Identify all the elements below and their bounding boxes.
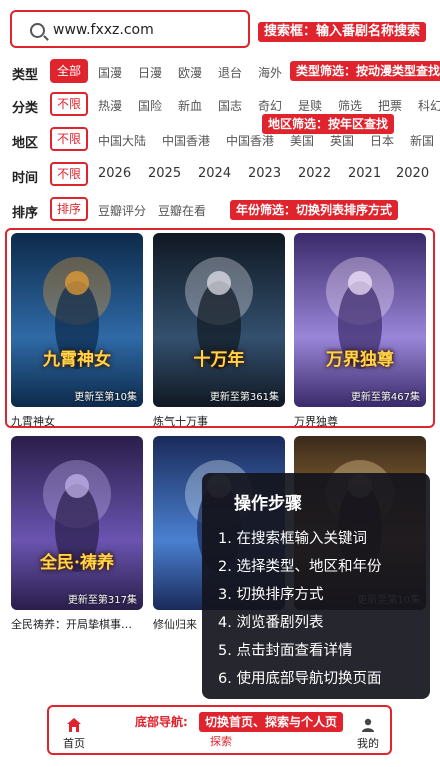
anime-cover[interactable]: 万界独尊更新至第467集	[294, 233, 426, 407]
filter-option[interactable]: 日漫	[138, 64, 162, 81]
episode-badge: 更新至第467集	[350, 392, 420, 403]
filter-label-time: 时间	[12, 171, 39, 186]
filter-option[interactable]: 是赎	[298, 97, 322, 114]
cover-title-text: 全民·祷养	[40, 553, 114, 573]
step-item: 6. 使用底部导航切换页面	[218, 671, 382, 687]
episode-badge: 更新至第10集	[74, 392, 137, 403]
filter-label-region: 地区	[12, 136, 39, 151]
filter-option[interactable]: 奇幻	[258, 97, 282, 114]
filter-label-category: 分类	[12, 101, 39, 116]
anime-title[interactable]: 炼气十万事	[153, 413, 285, 429]
anime-cover[interactable]: 全民·祷养更新至第317集	[11, 436, 143, 610]
filter-option[interactable]: 科幻	[418, 97, 440, 114]
filter-row-time: 时间 不限 2026 2025 2024 2023 2022 2021 2020	[0, 161, 440, 189]
cover-title-text: 万界独尊	[326, 350, 394, 370]
home-icon	[67, 718, 81, 732]
step-item: 3. 切换排序方式	[218, 587, 324, 603]
user-icon	[362, 718, 374, 732]
filter-label-sort: 排序	[12, 206, 39, 221]
filter-option[interactable]: 2022	[298, 166, 331, 181]
filter-option[interactable]: 2021	[348, 166, 381, 181]
filter-option[interactable]: 新血	[178, 97, 202, 114]
episode-badge: 更新至第361集	[209, 392, 279, 403]
filter-sort-selected[interactable]: 排序	[50, 197, 88, 221]
filter-option[interactable]: 中国大陆	[98, 132, 146, 149]
filter-option[interactable]: 退台	[218, 64, 242, 81]
filter-category-selected[interactable]: 不限	[50, 92, 88, 116]
search-value: www.fxxz.com	[53, 22, 154, 38]
filter-row-type: 类型 全部 国漫 日漫 欧漫 退台 海外 类型筛选：按动漫类型查找	[0, 58, 440, 86]
anime-cover[interactable]: 九霄神女更新至第10集	[11, 233, 143, 407]
steps-title: 操作步骤	[234, 494, 302, 514]
filter-option[interactable]: 2024	[198, 166, 231, 181]
anime-title[interactable]: 全民祷养：开局挚棋事…	[11, 616, 143, 632]
filter-option[interactable]: 美国	[290, 132, 314, 149]
bottom-nav: 首页 底部导航: 切换首页、探索与个人页 探索 我的	[47, 705, 392, 755]
filter-option[interactable]: 国志	[218, 97, 242, 114]
filter-option[interactable]: 热漫	[98, 97, 122, 114]
nav-home[interactable]: 首页	[49, 717, 99, 751]
filter-row-region: 地区 不限 中国大陆 中国香港 中国香港 美国 英国 日本 新国	[0, 126, 440, 154]
anime-title[interactable]: 九霄神女	[11, 413, 143, 429]
filter-option[interactable]: 中国香港	[162, 132, 210, 149]
filter-option[interactable]: 国漫	[98, 64, 122, 81]
filter-option[interactable]: 2020	[396, 166, 429, 181]
filter-time-selected[interactable]: 不限	[50, 162, 88, 186]
bottom-nav-annotation: 切换首页、探索与个人页	[199, 712, 344, 732]
filter-option[interactable]: 把票	[378, 97, 402, 114]
filter-option[interactable]: 海外	[258, 64, 282, 81]
sort-annotation: 年份筛选：切换列表排序方式	[230, 200, 399, 220]
filter-row-sort: 排序 排序 豆瓣评分 豆瓣在看 年份筛选：切换列表排序方式	[0, 196, 440, 224]
filter-option[interactable]: 2026	[98, 166, 131, 181]
step-item: 5. 点击封面查看详情	[218, 643, 353, 659]
step-item: 1. 在搜索框输入关键词	[218, 531, 367, 547]
filter-option[interactable]: 国险	[138, 97, 162, 114]
filter-option[interactable]: 英国	[330, 132, 354, 149]
anime-title[interactable]: 万界独尊	[294, 413, 426, 429]
step-item: 2. 选择类型、地区和年份	[218, 559, 382, 575]
bottom-nav-annotation-label: 底部导航:	[135, 715, 188, 729]
filter-option[interactable]: 中国香港	[226, 132, 274, 149]
nav-explore[interactable]: 探索	[196, 733, 246, 749]
step-item: 4. 浏览番剧列表	[218, 615, 324, 631]
filter-option[interactable]: 日本	[370, 132, 394, 149]
search-icon	[30, 23, 45, 38]
anime-cover[interactable]: 十万年更新至第361集	[153, 233, 285, 407]
filter-option[interactable]: 欧漫	[178, 64, 202, 81]
filter-option[interactable]: 新国	[410, 132, 434, 149]
filter-label-type: 类型	[12, 68, 39, 83]
filter-option[interactable]: 豆瓣在看	[158, 202, 206, 219]
filter-option[interactable]: 2023	[248, 166, 281, 181]
nav-label: 探索	[210, 735, 232, 748]
nav-label: 首页	[63, 737, 85, 750]
filter-option[interactable]: 豆瓣评分	[98, 202, 146, 219]
nav-label: 我的	[357, 737, 379, 750]
filter-option[interactable]: 筛选	[338, 97, 362, 114]
cover-title-text: 十万年	[193, 350, 245, 370]
filter-type-selected[interactable]: 全部	[50, 59, 88, 83]
search-input[interactable]: www.fxxz.com	[10, 10, 250, 48]
nav-profile[interactable]: 我的	[343, 717, 393, 751]
episode-badge: 更新至第317集	[67, 595, 137, 606]
search-annotation: 搜索框：输入番剧名称搜索	[258, 22, 427, 42]
cover-title-text: 九霄神女	[43, 350, 111, 370]
filter-option[interactable]: 2025	[148, 166, 181, 181]
steps-panel: 操作步骤 1. 在搜索框输入关键词 2. 选择类型、地区和年份 3. 切换排序方…	[202, 473, 430, 699]
filter-region-selected[interactable]: 不限	[50, 127, 88, 151]
type-annotation: 类型筛选：按动漫类型查找	[290, 61, 440, 81]
